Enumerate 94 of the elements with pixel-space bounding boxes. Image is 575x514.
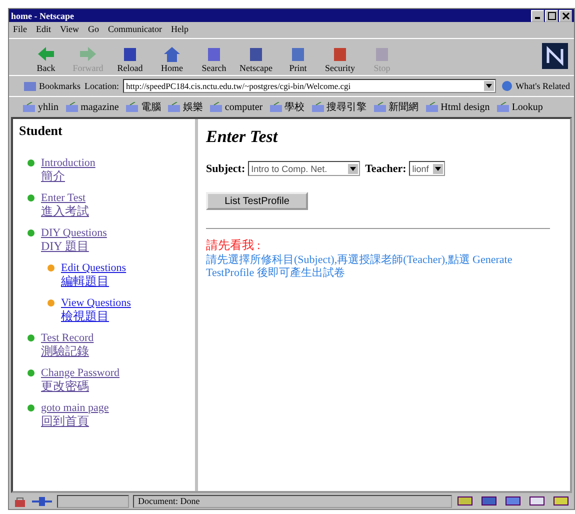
bullet-icon (27, 334, 35, 342)
window-title: home - Netscape (11, 10, 74, 20)
whats-related-button[interactable]: What's Related (500, 80, 570, 92)
sidebar-link[interactable]: 回到首頁 (41, 415, 89, 428)
bookmark-folder[interactable]: 新聞網 (374, 100, 419, 114)
bookmark-icon (23, 80, 37, 92)
maximize-icon (548, 12, 556, 20)
sidebar-link[interactable]: Test Record (41, 332, 94, 345)
bookmark-folder[interactable]: 電腦 (126, 100, 161, 114)
bullet-icon (27, 229, 35, 237)
component-icon[interactable] (480, 495, 498, 507)
sidebar-link[interactable]: Edit Questions (61, 262, 126, 275)
toolbar-button[interactable]: Security (321, 45, 359, 73)
folder-icon (426, 102, 438, 112)
sidebar-link[interactable]: Enter Test (41, 192, 86, 205)
toolbar-button[interactable]: Home (153, 45, 191, 73)
sidebar-link[interactable]: Introduction (41, 157, 96, 170)
progress-field (57, 494, 129, 508)
plug-icon (31, 496, 53, 506)
sidebar-link[interactable]: Change Password (41, 367, 120, 380)
bookmark-folder[interactable]: magazine (66, 102, 119, 112)
folder-icon (374, 102, 386, 112)
subject-dropdown[interactable]: Intro to Comp. Net. (248, 161, 360, 176)
arrow-left-icon (36, 45, 56, 63)
bookmarks-button[interactable]: Bookmarks (23, 80, 80, 92)
folder-icon (312, 102, 324, 112)
folder-icon (210, 102, 222, 112)
globe-icon (500, 80, 514, 92)
arrow-right-icon (78, 45, 98, 63)
sidebar-link[interactable]: 簡介 (41, 170, 65, 183)
toolbar-button[interactable]: Reload (111, 45, 149, 73)
close-icon (562, 12, 570, 20)
folder-icon (66, 102, 78, 112)
bookmark-folder[interactable]: yhlin (23, 102, 59, 112)
notice-text: 請先選擇所修科目(Subject),再選授課老師(Teacher),點選 Generate TestProfile 後即可產生出試卷 (206, 254, 514, 280)
bullet-icon (27, 194, 35, 202)
sidebar-link[interactable]: DIY Questions (41, 227, 107, 240)
list-testprofile-button[interactable]: List TestProfile (206, 192, 308, 210)
url-field[interactable]: http://speedPC184.cis.nctu.edu.tw/~postgres/cgi-bin/Welcome.cgi (123, 79, 496, 93)
folder-icon (126, 102, 138, 112)
sidebar-link[interactable]: 更改密碼 (41, 380, 89, 393)
minimize-icon (535, 17, 540, 19)
folder-icon (23, 102, 35, 112)
toolbar-button[interactable]: Print (279, 45, 317, 73)
menu-item[interactable]: Communicator (108, 24, 162, 36)
subject-label: Subject: (206, 162, 246, 174)
bullet-icon (47, 264, 55, 272)
bookmark-folder[interactable]: 娛樂 (168, 100, 203, 114)
toolbar-button[interactable]: Netscape (237, 45, 275, 73)
close-button[interactable] (559, 10, 572, 22)
sidebar-link[interactable]: 檢視題目 (61, 310, 109, 323)
component-icon[interactable] (456, 495, 474, 507)
dropdown-icon (432, 164, 443, 174)
bullet-icon (47, 299, 55, 307)
menu-item[interactable]: Edit (36, 24, 52, 36)
sidebar-link[interactable]: 測驗記錄 (41, 345, 89, 358)
sidebar-link[interactable]: DIY 題目 (41, 240, 89, 253)
teacher-label: Teacher: (365, 162, 406, 174)
menu-item[interactable]: File (13, 24, 28, 36)
component-icon[interactable] (504, 495, 522, 507)
folder-icon (168, 102, 180, 112)
notice-title: 請先看我 : (206, 237, 262, 254)
house-icon (162, 45, 182, 63)
toolbar-button[interactable]: Search (195, 45, 233, 73)
bookmark-folder[interactable]: 搜尋引擎 (312, 100, 367, 114)
menu-item[interactable]: Go (88, 24, 99, 36)
sidebar-title: Student (19, 123, 64, 139)
teacher-dropdown[interactable]: lionf (409, 161, 445, 176)
bullet-icon (27, 404, 35, 412)
folder-icon (496, 102, 509, 112)
bookmark-folder[interactable]: Lookup (496, 102, 543, 112)
minimize-button[interactable] (531, 10, 544, 22)
bookmark-folder[interactable]: computer (210, 102, 263, 112)
toolbar-button[interactable]: Back (27, 45, 65, 73)
folder-icon (270, 102, 282, 112)
menu-item[interactable]: Help (170, 24, 188, 36)
location-label: Location: (84, 81, 119, 91)
bookmark-folder[interactable]: 學校 (270, 100, 305, 114)
bullet-icon (27, 369, 35, 377)
bookmark-folder[interactable]: Html design (426, 102, 490, 112)
sidebar-link[interactable]: View Questions (61, 297, 131, 310)
dropdown-icon (348, 164, 358, 174)
status-text: Document: Done (133, 494, 452, 508)
netscape-logo (542, 42, 568, 72)
sidebar-link[interactable]: 進入考試 (41, 205, 89, 218)
component-icon[interactable] (552, 495, 570, 507)
sidebar-link[interactable]: goto main page (41, 402, 109, 415)
sidebar-link[interactable]: 編輯題目 (61, 275, 109, 288)
bullet-icon (27, 159, 35, 167)
menu-item[interactable]: View (60, 24, 79, 36)
page-heading: Enter Test (206, 127, 279, 147)
maximize-button[interactable] (545, 10, 558, 22)
component-icon[interactable] (528, 495, 546, 507)
dropdown-icon (484, 81, 494, 91)
